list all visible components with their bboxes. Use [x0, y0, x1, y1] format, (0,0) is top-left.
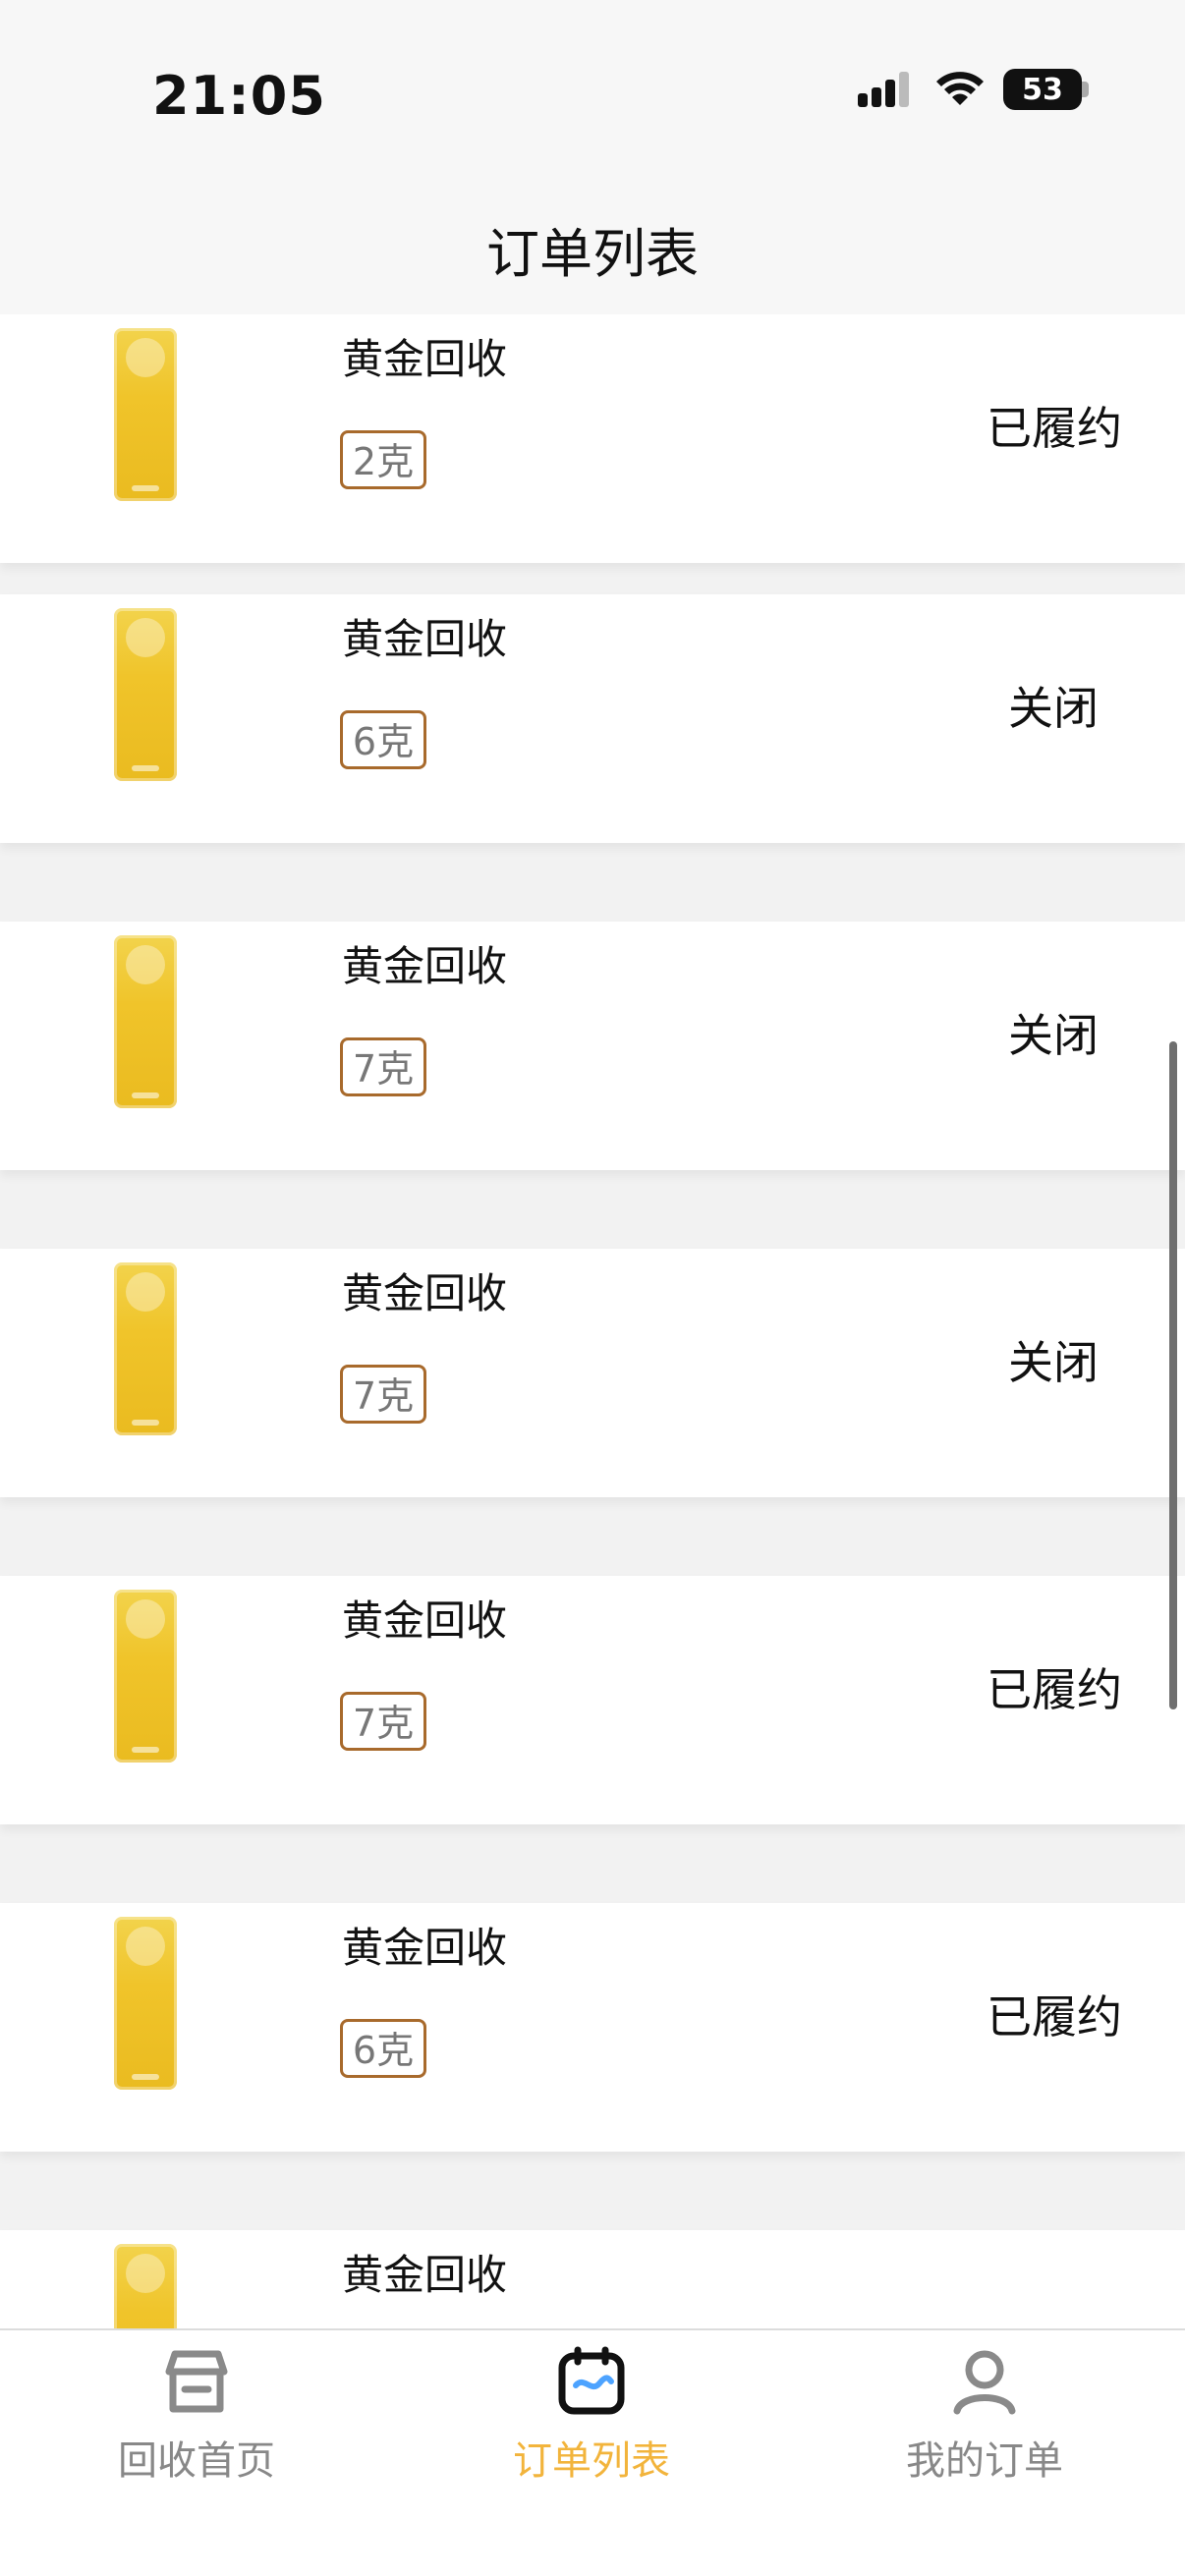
battery-cap [1082, 82, 1089, 97]
tab-my-orders[interactable]: 我的订单 [837, 2342, 1132, 2486]
signal-icon [858, 72, 909, 107]
order-name: 黄金回收 [342, 1924, 508, 1972]
order-name: 黄金回收 [342, 1596, 508, 1645]
order-status: 关闭 [1008, 1336, 1099, 1389]
order-list-icon [558, 2346, 625, 2415]
scroll-indicator[interactable] [1169, 1041, 1177, 1709]
order-card[interactable]: 黄金回收 2克 已履约 [0, 314, 1185, 563]
gold-bar-image [114, 2244, 177, 2328]
store-icon [165, 2350, 228, 2413]
tab-home-label: 回收首页 [118, 2438, 275, 2484]
weight-tag: 6克 [340, 2019, 426, 2078]
order-name: 黄金回收 [342, 2251, 508, 2299]
weight-tag: 7克 [340, 1365, 426, 1424]
gold-bar-image [114, 1262, 177, 1435]
weight-tag: 6克 [340, 710, 426, 769]
nav-bar: 订单列表 [0, 167, 1185, 314]
status-icons: 53 [858, 69, 1089, 110]
gold-bar-image [114, 935, 177, 1108]
order-name: 黄金回收 [342, 942, 508, 990]
battery-level: 53 [1022, 72, 1063, 107]
weight-tag: 7克 [340, 1692, 426, 1751]
gold-bar-image [114, 1590, 177, 1763]
order-name: 黄金回收 [342, 335, 508, 383]
tab-order-list[interactable]: 订单列表 [444, 2342, 739, 2486]
battery-icon: 53 [1003, 69, 1089, 110]
order-card[interactable]: 黄金回收 7克 关闭 [0, 922, 1185, 1170]
gold-bar-image [114, 1917, 177, 2090]
gold-bar-image [114, 608, 177, 781]
tab-bar: 回收首页 订单列表 我的订单 [0, 2328, 1185, 2576]
order-list[interactable]: 黄金回收 2克 已履约 黄金回收 6克 关闭 黄金回收 7克 关闭 黄金回收 7… [0, 314, 1185, 2328]
tab-my-orders-label: 我的订单 [906, 2438, 1063, 2484]
profile-icon [953, 2350, 1016, 2415]
order-status: 已履约 [987, 1990, 1122, 2044]
gold-bar-image [114, 328, 177, 501]
order-status: 关闭 [1008, 1009, 1099, 1062]
tab-home[interactable]: 回收首页 [49, 2342, 344, 2486]
order-card[interactable]: 黄金回收 6克 已履约 [0, 1903, 1185, 2152]
wifi-icon [936, 72, 984, 105]
order-card[interactable]: 黄金回收 6克 关闭 [0, 594, 1185, 843]
order-card[interactable]: 黄金回收 7克 关闭 [0, 1249, 1185, 1497]
order-status: 已履约 [987, 1663, 1122, 1716]
order-status: 已履约 [987, 402, 1122, 455]
order-card[interactable]: 黄金回收 [0, 2230, 1185, 2328]
weight-tag: 7克 [340, 1037, 426, 1096]
order-status: 关闭 [1008, 682, 1099, 735]
order-name: 黄金回收 [342, 615, 508, 663]
status-time: 21:05 [152, 65, 326, 127]
screen: 21:05 53 订单列表 黄金回收 2克 已履约 黄金回收 6克 关闭 黄金回… [0, 0, 1185, 2576]
page-title: 订单列表 [486, 223, 699, 285]
tab-order-list-label: 订单列表 [513, 2438, 670, 2484]
status-bar: 21:05 53 [0, 0, 1185, 167]
order-card[interactable]: 黄金回收 7克 已履约 [0, 1576, 1185, 1824]
weight-tag: 2克 [340, 430, 426, 489]
order-name: 黄金回收 [342, 1269, 508, 1317]
